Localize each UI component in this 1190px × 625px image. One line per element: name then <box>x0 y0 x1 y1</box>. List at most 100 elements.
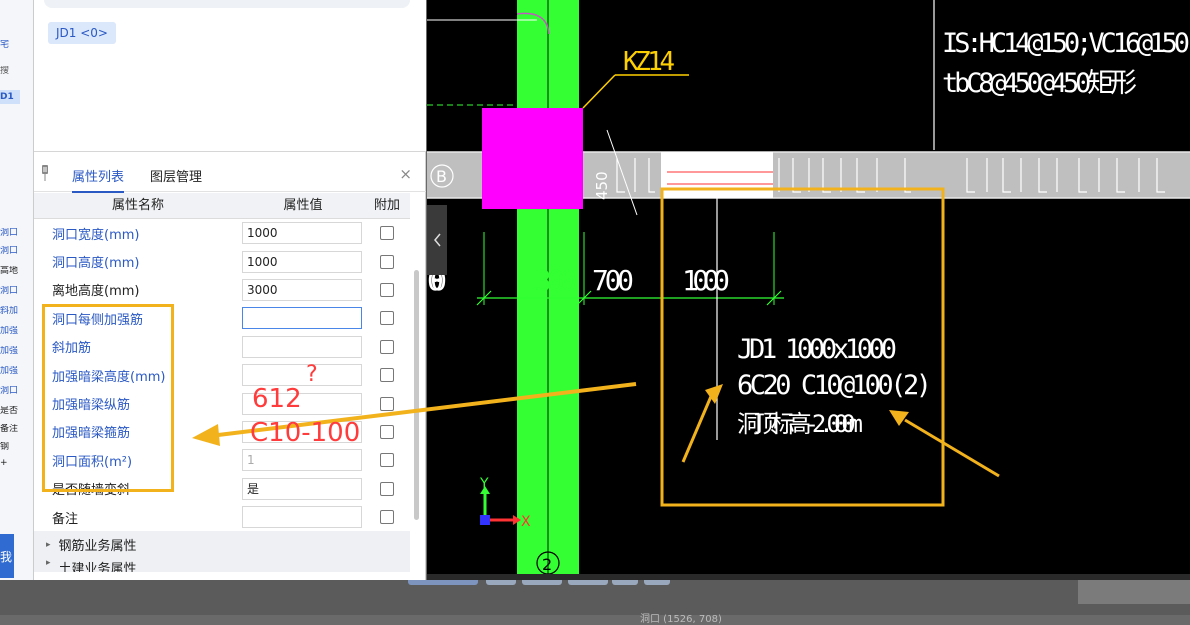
property-value-input[interactable] <box>242 307 362 330</box>
table-row: 备注 <box>34 503 410 531</box>
strip-label: 加强 <box>0 346 19 356</box>
collapse-handle[interactable] <box>427 205 447 275</box>
close-icon[interactable]: × <box>399 165 412 183</box>
expand-icon: ▸ <box>46 539 51 550</box>
side-tab[interactable]: 我 <box>0 534 14 578</box>
strip-label: 加强 <box>0 326 19 336</box>
ucs-x-label: X <box>521 514 531 530</box>
dim-700: 700 <box>592 264 634 297</box>
toolbar-button[interactable] <box>644 580 670 585</box>
expand-icon: ▸ <box>46 558 51 569</box>
property-value-input[interactable] <box>242 506 362 529</box>
left-clipped-panel: 宅 搜 D1 洞口 洞口 高地 洞口 斜加 加强 加强 加强 洞口 是否 备注 … <box>0 0 34 580</box>
column-label: KZ14 <box>623 47 675 77</box>
property-value-cell <box>242 364 364 387</box>
property-value-input[interactable] <box>242 250 362 273</box>
extra-cell <box>364 396 410 411</box>
extra-cell <box>364 339 410 354</box>
section-rebar-props[interactable]: ▸ 钢筋业务属性 <box>34 531 410 559</box>
dim-1000: 1000 <box>682 264 730 297</box>
bottom-toolbar: 洞口 (1526, 708) <box>0 580 1190 625</box>
header-value: 属性值 <box>283 198 323 213</box>
strip-label: 斜加 <box>0 306 19 316</box>
note-c10: C10-100 <box>250 418 361 448</box>
extra-checkbox[interactable] <box>380 311 394 326</box>
property-value-cell <box>242 307 364 330</box>
toolbar-button[interactable] <box>486 580 516 585</box>
axis-2-label: 2 <box>542 555 552 574</box>
strip-label: 洞口 <box>0 246 19 256</box>
extra-checkbox[interactable] <box>380 510 394 525</box>
extra-cell <box>364 254 410 269</box>
extra-checkbox[interactable] <box>380 368 394 383</box>
strip-label: 钢 <box>0 442 10 452</box>
table-header: 属性名称 属性值 附加 <box>34 193 410 219</box>
table-row: 洞口高度(mm) <box>34 247 410 275</box>
jd1-size-text: JD1 1000x1000 <box>737 334 897 365</box>
extra-cell <box>364 226 410 241</box>
highlight-box-panel <box>42 304 174 492</box>
property-value-cell <box>242 477 364 500</box>
extra-checkbox[interactable] <box>380 481 394 496</box>
property-panel: JD1 <0> 属性列表 图层管理 × 属性名称 属性值 附加 洞口宽度(mm)… <box>34 0 426 580</box>
extra-checkbox[interactable] <box>380 424 394 439</box>
strip-label: + <box>0 458 8 468</box>
tab-layer-management[interactable]: 图层管理 <box>150 166 202 185</box>
property-value-cell <box>242 222 364 245</box>
section-civil-props[interactable]: ▸ 土建业务属性 <box>34 558 410 573</box>
search-box-remnant[interactable] <box>44 0 410 8</box>
toolbar-button[interactable] <box>612 580 638 585</box>
property-value-cell <box>242 278 364 301</box>
strip-label: 搜 <box>0 66 10 76</box>
strip-label: 洞口 <box>0 228 19 238</box>
strip-label: 是否 <box>0 406 19 416</box>
property-name: 离地高度(mm) <box>52 284 140 300</box>
toolbar-button[interactable] <box>568 580 608 585</box>
property-value-input[interactable] <box>242 278 362 301</box>
dim-450: 450 <box>593 171 611 200</box>
panel-scrollbar[interactable] <box>414 270 419 520</box>
extra-cell <box>364 510 410 525</box>
property-name: 备注 <box>52 511 79 527</box>
note-612: 612 <box>252 384 302 414</box>
extra-checkbox[interactable] <box>380 339 394 354</box>
pin-icon[interactable] <box>40 165 50 181</box>
status-text: 洞口 (1526, 708) <box>640 614 722 625</box>
extra-checkbox[interactable] <box>380 453 394 468</box>
cad-text-reinf-1: IS:HC14@150;VC16@150 <box>942 28 1190 59</box>
toolbar-button[interactable] <box>522 580 562 585</box>
property-value-input[interactable] <box>242 222 362 245</box>
property-value-input[interactable] <box>242 477 362 500</box>
header-extra: 附加 <box>373 198 400 213</box>
property-value-input[interactable] <box>242 364 362 387</box>
table-row: 离地高度(mm) <box>34 276 410 304</box>
strip-label: 备注 <box>0 424 19 434</box>
property-name: 洞口宽度(mm) <box>52 227 140 243</box>
strip-label: 洞口 <box>0 386 19 396</box>
cad-text-reinf-2: tbC8@450@450矩形 <box>942 68 1137 99</box>
panel-tab-bar: 属性列表 图层管理 × <box>34 158 426 193</box>
extra-checkbox[interactable] <box>380 396 394 411</box>
extra-cell <box>364 424 410 439</box>
status-box <box>1078 580 1190 604</box>
extra-checkbox[interactable] <box>380 226 394 241</box>
extra-cell <box>364 311 410 326</box>
section-label: 土建业务属性 <box>58 562 137 573</box>
cad-drawing-canvas[interactable]: KZ14 IS:HC14@150;VC16@150 tbC8@450@450矩形… <box>427 0 1190 580</box>
extra-checkbox[interactable] <box>380 254 394 269</box>
note-question: ? <box>306 362 318 387</box>
property-value-input[interactable] <box>242 449 362 472</box>
cad-drawing: KZ14 IS:HC14@150;VC16@150 tbC8@450@450矩形… <box>427 0 1190 580</box>
extra-cell <box>364 453 410 468</box>
jd1-rebar-text: 6C20 C10@100(2) <box>737 370 932 401</box>
axis-b-label: B <box>436 167 447 186</box>
extra-cell <box>364 368 410 383</box>
ucs-y-label: Y <box>479 476 489 492</box>
extra-checkbox[interactable] <box>380 282 394 297</box>
table-row: 洞口宽度(mm) <box>34 219 410 247</box>
toolbar-button[interactable] <box>408 580 478 585</box>
component-chip-jd1[interactable]: JD1 <0> <box>48 22 116 44</box>
strip-label: 洞口 <box>0 286 19 296</box>
property-value-input[interactable] <box>242 335 362 358</box>
tab-property-list[interactable]: 属性列表 <box>72 166 125 193</box>
